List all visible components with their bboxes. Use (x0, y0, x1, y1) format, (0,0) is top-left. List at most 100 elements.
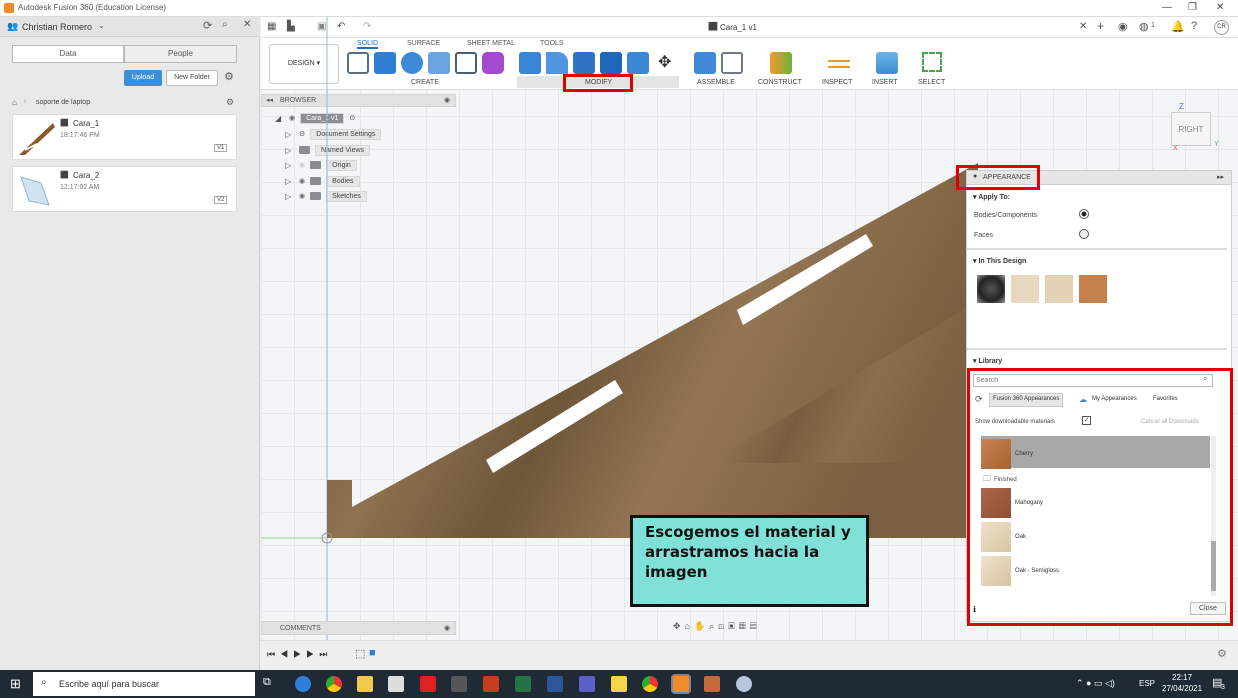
version-badge[interactable]: V1 (214, 144, 228, 152)
apply-to-heading[interactable]: ▾ Apply To: (973, 193, 1010, 201)
grid-settings-icon[interactable]: ▦ (739, 621, 750, 631)
system-tray-icons[interactable]: ⌃ ● ▭ ◁) (1076, 678, 1115, 689)
display-settings-icon[interactable]: ▣ (728, 621, 739, 631)
zoom-icon[interactable]: ⌕ (709, 621, 718, 631)
material-oak-semigloss[interactable]: Oak - Semigloss (981, 554, 1210, 588)
radio-bodies[interactable] (1079, 209, 1089, 219)
material-oak[interactable]: Oak (981, 520, 1210, 554)
refresh-icon[interactable]: ⟳ (975, 394, 983, 405)
library-search-input[interactable] (973, 374, 1213, 387)
scrollbar-thumb[interactable] (1211, 541, 1216, 591)
look-icon[interactable]: ⌂ (685, 621, 694, 631)
timeline: ⏮◀▶▶⏭ ⬚ ■ ⚙ (261, 640, 1238, 670)
file-explorer-icon[interactable] (357, 676, 373, 692)
data-panel: 👥 Christian Romero ⌄ ⟳ ⌕ ✕ Data People U… (0, 17, 260, 670)
radio-faces[interactable] (1079, 229, 1089, 239)
folder-label: Finished (994, 477, 1017, 483)
library-heading[interactable]: ▾ Library (973, 357, 1002, 365)
app-icon[interactable] (704, 676, 720, 692)
home-icon[interactable]: ⌂ (12, 98, 17, 107)
tab-my-appearances[interactable]: My Appearances (1092, 396, 1137, 402)
gear-icon[interactable]: ⚙ (224, 70, 234, 83)
acrobat-icon[interactable] (420, 676, 436, 692)
data-panel-header: 👥 Christian Romero ⌄ ⟳ ⌕ ✕ (0, 17, 260, 37)
word-icon[interactable] (547, 676, 563, 692)
store-icon[interactable] (388, 676, 404, 692)
timeline-settings-icon[interactable]: ⚙ (1217, 647, 1227, 660)
design-swatch-oak[interactable] (1011, 275, 1039, 303)
pan-icon[interactable]: ✋ (694, 621, 709, 631)
timeline-extrude-icon[interactable]: ■ (369, 647, 376, 659)
close-button[interactable]: Close (1190, 602, 1226, 615)
design-swatch-oak-2[interactable] (1045, 275, 1073, 303)
viewports-icon[interactable]: ▤ (750, 621, 761, 631)
axis-z-label: Z (1179, 102, 1184, 111)
task-view-icon[interactable]: ⧉ (263, 676, 271, 689)
design-swatch-cherry[interactable] (1079, 275, 1107, 303)
project-settings-icon[interactable]: ⚙ (226, 97, 234, 108)
tab-people[interactable]: People (124, 45, 237, 63)
chrome-icon[interactable] (642, 676, 658, 692)
user-name[interactable]: Christian Romero (22, 22, 92, 32)
search-icon[interactable]: ⌕ (1203, 374, 1207, 384)
orbit-icon[interactable]: ✥ (673, 621, 685, 631)
show-downloadable-checkbox[interactable]: ✓ (1082, 416, 1091, 425)
breadcrumb[interactable]: soporte de laptop (36, 99, 90, 106)
annotation-callout: Escogemos el material y arrastramos haci… (630, 515, 869, 607)
material-mahogany[interactable]: Mahogany (981, 486, 1210, 520)
mahogany-swatch (981, 488, 1011, 518)
tab-data[interactable]: Data (12, 45, 124, 63)
design-swatch-metal[interactable] (977, 275, 1005, 303)
material-cherry[interactable]: Cherry (981, 437, 1210, 471)
file-card[interactable]: ⬛ Cara_1 18:17:46 PM V1 (12, 114, 237, 160)
search-icon[interactable]: ⌕ (222, 19, 228, 30)
info-icon[interactable]: ℹ (973, 605, 976, 614)
upload-button[interactable]: Upload (124, 70, 162, 86)
last-step-icon[interactable]: ⏭ (319, 649, 332, 659)
edge-icon[interactable] (295, 676, 311, 692)
first-step-icon[interactable]: ⏮ (267, 649, 280, 659)
chevron-down-icon[interactable]: ⌄ (98, 21, 105, 30)
file-card[interactable]: ⬛ Cara_2 12:17:02 AM V2 (12, 166, 237, 212)
new-folder-button[interactable]: New Folder (166, 70, 218, 86)
library-scrollbar[interactable] (1211, 436, 1216, 596)
excel-icon[interactable] (515, 676, 531, 692)
close-window-icon[interactable]: ✕ (1216, 2, 1224, 13)
chrome-icon[interactable] (326, 676, 342, 692)
clock-time[interactable]: 22:17 (1172, 673, 1192, 682)
powerpoint-icon[interactable] (483, 676, 499, 692)
language-indicator[interactable]: ESP (1139, 679, 1155, 688)
cancel-downloads-link[interactable]: Cancel all Downloads (1141, 419, 1199, 425)
navigation-bar: ✥⌂✋⌕⊡▣▦▤ (673, 621, 828, 635)
version-badge[interactable]: V2 (214, 196, 228, 204)
fusion-360-icon[interactable] (671, 674, 691, 694)
fit-icon[interactable]: ⊡ (718, 621, 728, 631)
pin-icon[interactable]: ◉ (444, 624, 450, 632)
cube-icon: ⬛ (60, 172, 69, 179)
folder-finished[interactable]: 🗀 Finished (983, 473, 1017, 487)
show-downloadable-label: Show downloadable materials (975, 419, 1055, 425)
paint-icon[interactable] (736, 676, 752, 692)
next-step-icon[interactable]: ▶ (306, 649, 319, 659)
play-icon[interactable]: ▶ (293, 649, 306, 659)
clock-date[interactable]: 27/04/2021 (1162, 684, 1202, 693)
windows-start-icon[interactable]: ⊞ (10, 676, 21, 692)
previous-step-icon[interactable]: ◀ (280, 649, 293, 659)
refresh-icon[interactable]: ⟳ (203, 19, 212, 32)
oak-semigloss-swatch (981, 556, 1011, 586)
expand-panel-icon[interactable]: ▸▸ (1217, 173, 1224, 181)
app-icon[interactable] (451, 676, 467, 692)
file-thumbnail (19, 123, 55, 155)
close-panel-icon[interactable]: ✕ (243, 19, 251, 30)
minimize-icon[interactable]: — (1162, 2, 1172, 13)
in-design-heading[interactable]: ▾ In This Design (973, 257, 1026, 265)
tab-favorites[interactable]: Favorites (1153, 396, 1178, 402)
view-cube[interactable]: RIGHT (1171, 112, 1211, 146)
timeline-sketch-icon[interactable]: ⬚ (355, 647, 365, 660)
tab-fusion-appearances[interactable]: Fusion 360 Appearances (989, 393, 1064, 407)
teams-icon[interactable] (579, 676, 595, 692)
comments-panel[interactable]: COMMENTS ◉ (261, 621, 456, 635)
sticky-notes-icon[interactable] (611, 676, 627, 692)
taskbar-search[interactable]: ⌕ Escribe aquí para buscar (33, 672, 255, 696)
maximize-icon[interactable]: ❐ (1188, 2, 1197, 13)
